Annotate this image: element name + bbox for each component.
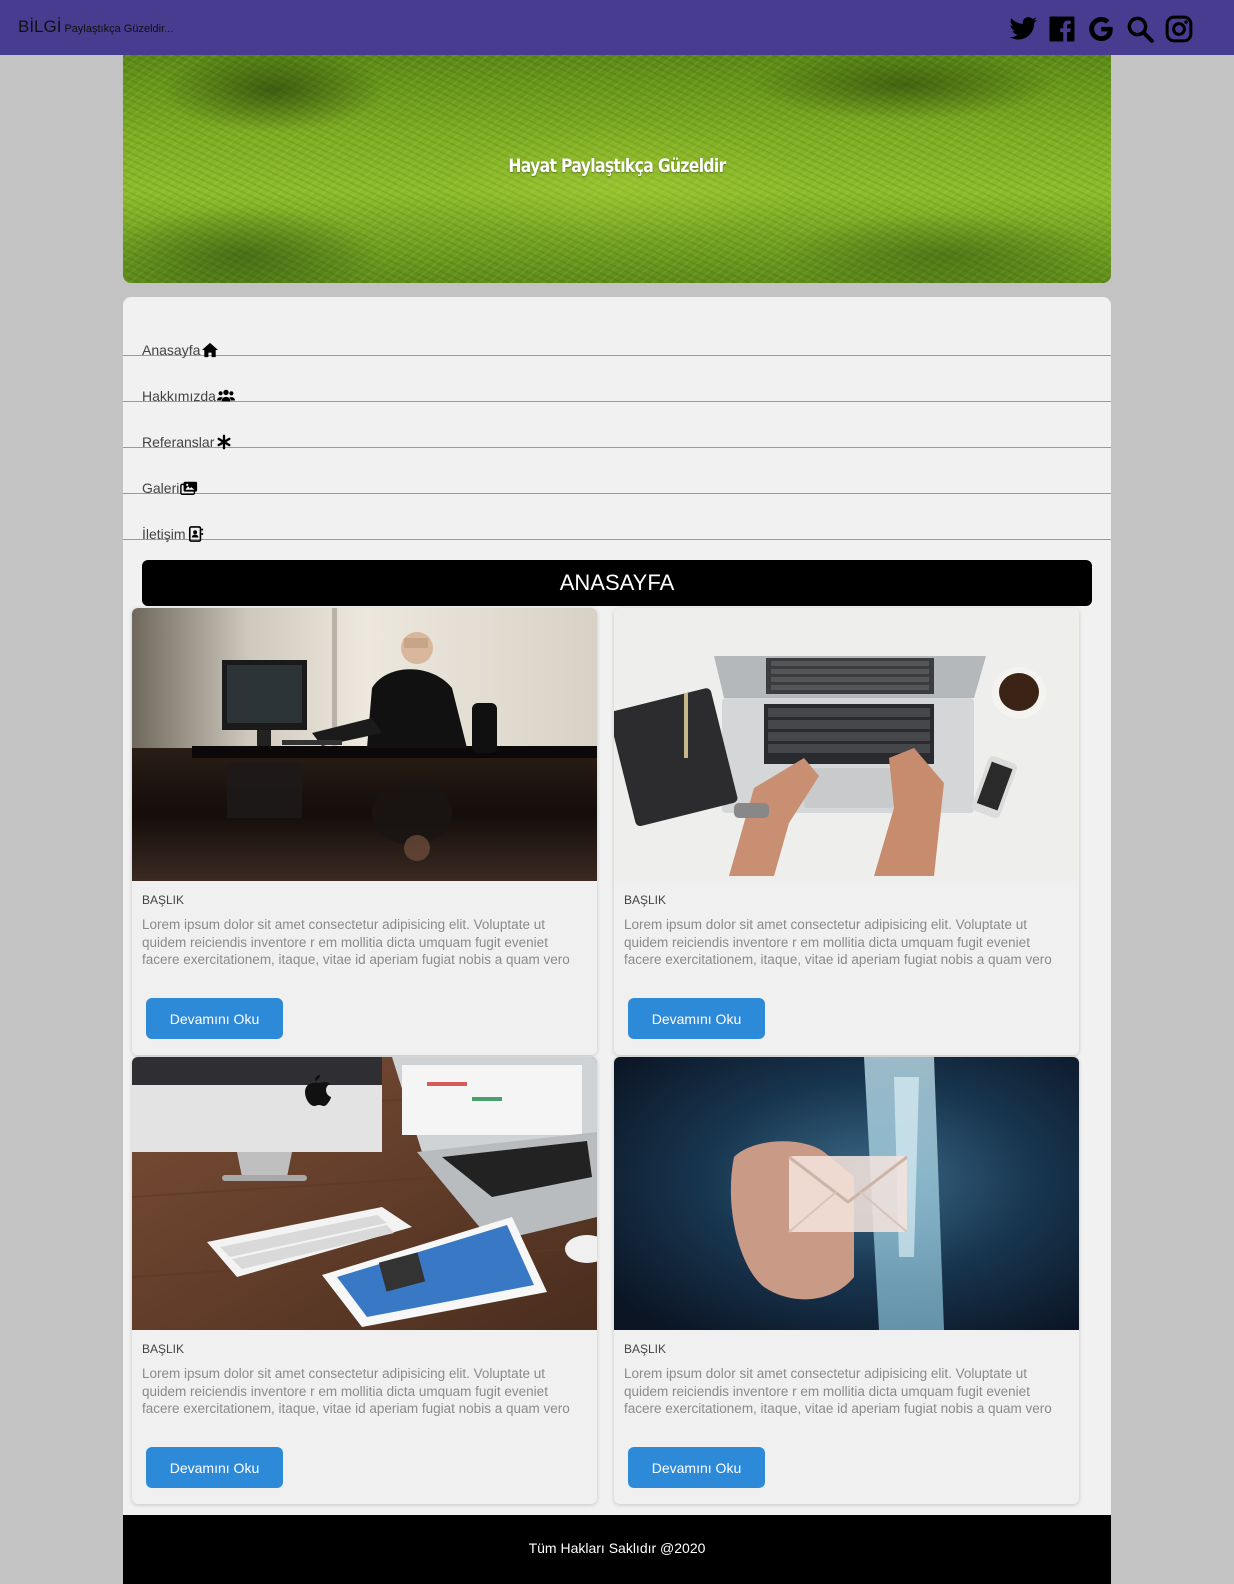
contact-card-icon xyxy=(188,526,203,542)
menu-item-anasayfa[interactable]: Anasayfa xyxy=(123,310,1111,358)
search-icon[interactable] xyxy=(1125,14,1155,44)
footer: Tüm Hakları Saklıdır @2020 xyxy=(123,1515,1111,1584)
content-panel: Anasayfa Hakkımızda Referanslar Galeri İ… xyxy=(123,297,1111,1584)
social-links xyxy=(1008,14,1194,44)
article-image xyxy=(132,608,597,881)
menu-item-label: İletişim xyxy=(142,526,186,542)
menu-item-galeri[interactable]: Galeri xyxy=(123,448,1111,496)
article-card: BAŞLIK Lorem ipsum dolor sit amet consec… xyxy=(132,1057,597,1504)
menu-item-hakkimizda[interactable]: Hakkımızda xyxy=(123,356,1111,404)
hero-banner: Hayat Paylaştıkça Güzeldir xyxy=(123,55,1111,283)
google-icon[interactable] xyxy=(1086,14,1116,44)
main-container: Hayat Paylaştıkça Güzeldir Anasayfa Hakk… xyxy=(123,55,1111,1584)
article-image xyxy=(132,1057,597,1330)
article-card: BAŞLIK Lorem ipsum dolor sit amet consec… xyxy=(614,608,1079,1055)
card-text: Lorem ipsum dolor sit amet consectetur a… xyxy=(142,1366,570,1416)
top-navbar: BİLGİ Paylaştıkça Güzeldir... xyxy=(0,0,1234,55)
card-text: Lorem ipsum dolor sit amet consectetur a… xyxy=(142,917,570,967)
menu-item-iletisim[interactable]: İletişim xyxy=(123,494,1111,542)
brand[interactable]: BİLGİ Paylaştıkça Güzeldir... xyxy=(18,17,173,37)
read-more-button[interactable]: Devamını Oku xyxy=(628,1447,765,1488)
brand-name: BİLGİ xyxy=(18,17,62,36)
facebook-icon[interactable] xyxy=(1047,14,1077,44)
card-heading: BAŞLIK xyxy=(142,1342,185,1356)
card-text: Lorem ipsum dolor sit amet consectetur a… xyxy=(624,917,1052,967)
card-heading: BAŞLIK xyxy=(142,893,185,907)
read-more-button[interactable]: Devamını Oku xyxy=(146,1447,283,1488)
card-text: Lorem ipsum dolor sit amet consectetur a… xyxy=(624,1366,1052,1416)
menu-item-referanslar[interactable]: Referanslar xyxy=(123,402,1111,450)
article-image xyxy=(614,608,1079,881)
article-image xyxy=(614,1057,1079,1330)
twitter-icon[interactable] xyxy=(1008,14,1038,44)
article-card: BAŞLIK Lorem ipsum dolor sit amet consec… xyxy=(614,1057,1079,1504)
read-more-button[interactable]: Devamını Oku xyxy=(628,998,765,1039)
article-card: BAŞLIK Lorem ipsum dolor sit amet consec… xyxy=(132,608,597,1055)
read-more-button[interactable]: Devamını Oku xyxy=(146,998,283,1039)
instagram-icon[interactable] xyxy=(1164,14,1194,44)
card-heading: BAŞLIK xyxy=(624,893,667,907)
brand-tagline: Paylaştıkça Güzeldir... xyxy=(64,23,174,35)
card-heading: BAŞLIK xyxy=(624,1342,667,1356)
copyright-text: Tüm Hakları Saklıdır @2020 xyxy=(528,1540,706,1556)
hero-title: Hayat Paylaştıkça Güzeldir xyxy=(508,155,726,177)
section-title: ANASAYFA xyxy=(142,560,1092,606)
